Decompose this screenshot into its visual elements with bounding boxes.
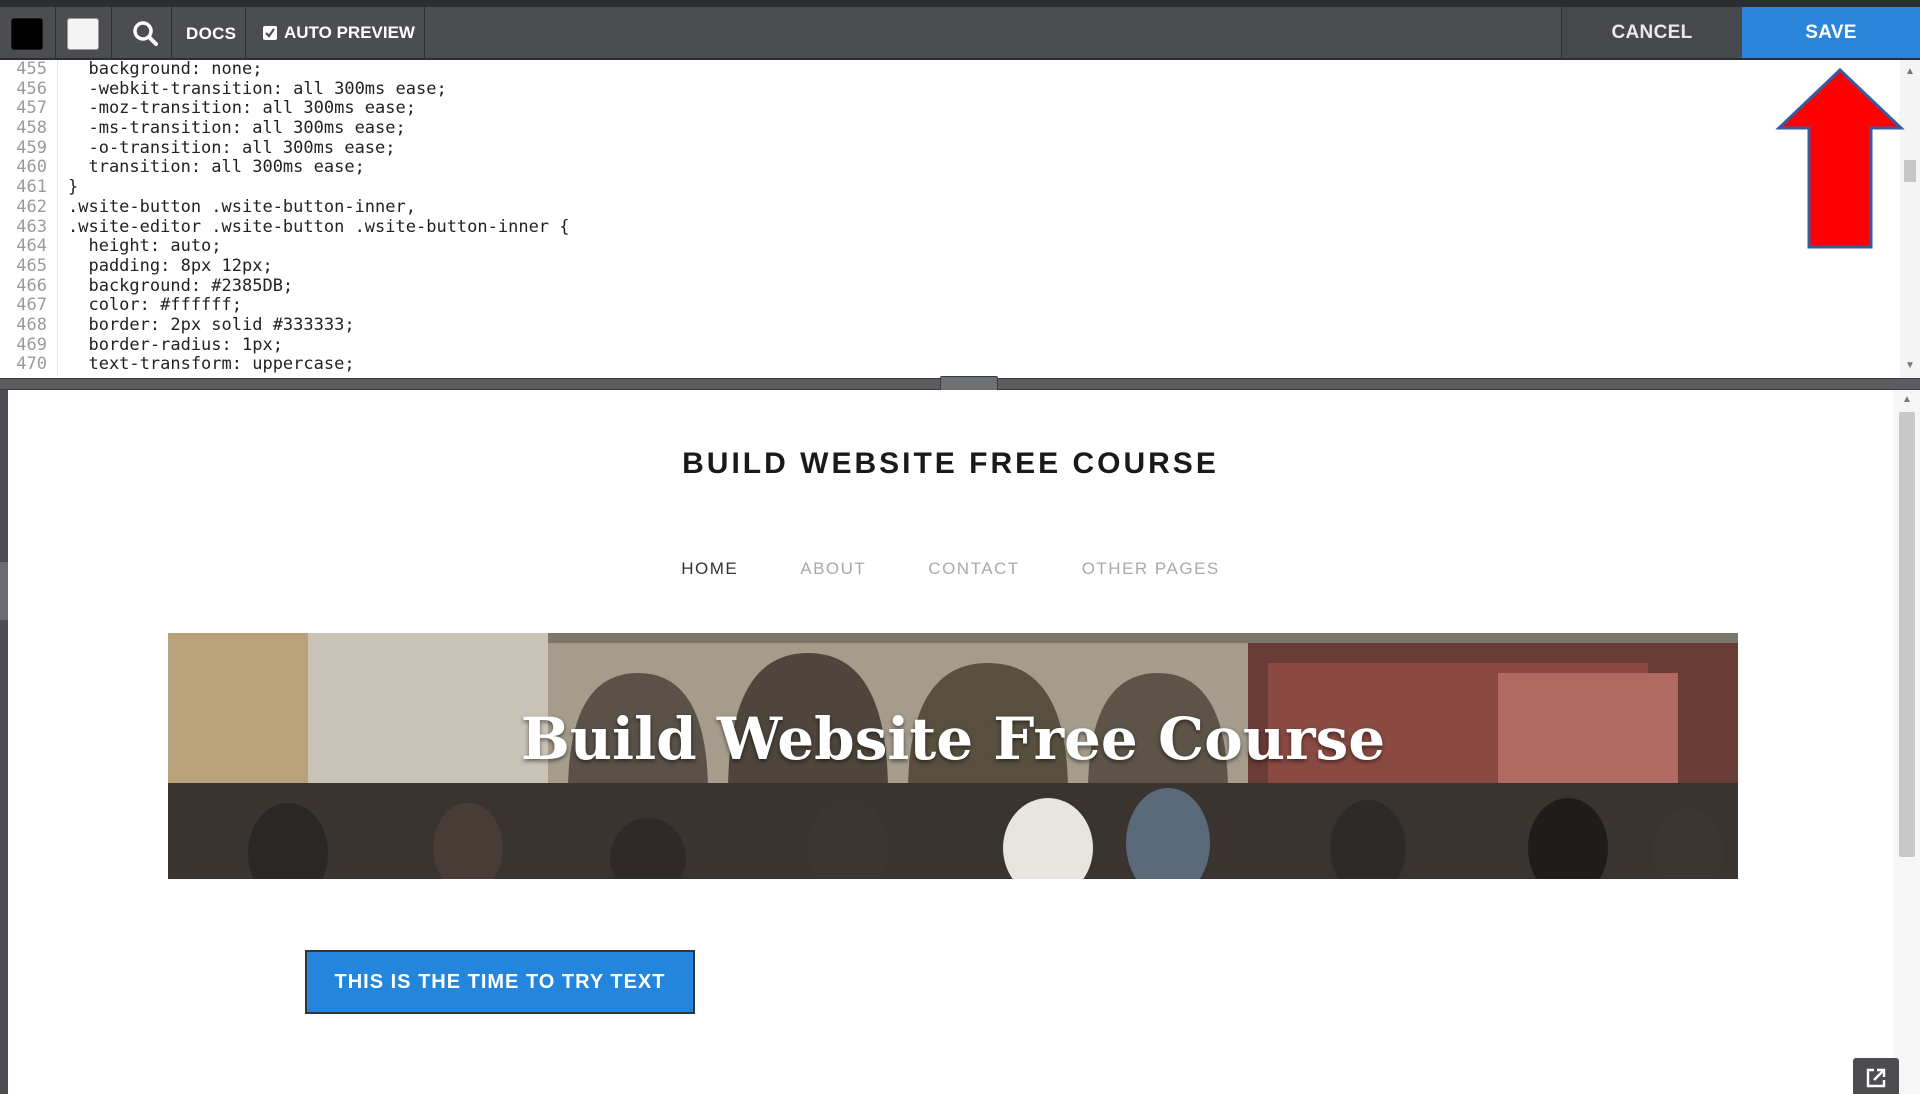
editor-scrollbar-thumb[interactable] [1904,160,1916,182]
nav-item-contact[interactable]: CONTACT [928,559,1019,579]
code-line[interactable]: 465 padding: 8px 12px; [0,256,1900,277]
scroll-up-icon[interactable]: ▲ [1902,394,1912,405]
live-preview: BUILD WEBSITE FREE COURSE HOME ABOUT CON… [0,390,1920,1094]
save-button[interactable]: SAVE [1742,7,1920,58]
code-text[interactable]: -o-transition: all 300ms ease; [58,138,395,159]
line-number: 463 [0,217,58,238]
checkbox-checked-icon[interactable] [263,26,277,40]
code-line[interactable]: 460 transition: all 300ms ease; [0,158,1900,179]
code-text[interactable]: .wsite-button .wsite-button-inner, [58,197,416,218]
editor-preview-splitter[interactable] [0,376,1920,392]
code-lines[interactable]: 455 background: none; 456 -webkit-transit… [0,60,1900,375]
code-line[interactable]: 461} [0,177,1900,198]
code-text[interactable]: color: #ffffff; [58,296,242,316]
code-text[interactable]: transition: all 300ms ease; [58,158,364,178]
code-text[interactable]: -moz-transition: all 300ms ease; [58,99,416,119]
code-text[interactable]: text-transform: uppercase; [58,355,354,375]
side-panel-tab[interactable] [0,562,8,620]
css-code-editor[interactable]: 455 background: none; 456 -webkit-transit… [0,60,1920,378]
search-icon[interactable] [128,17,164,51]
code-text[interactable]: background: none; [58,60,262,80]
light-theme-swatch[interactable] [67,18,99,50]
toolbar-divider [245,7,246,58]
code-line[interactable]: 459 -o-transition: all 300ms ease; [0,138,1900,159]
open-external-button[interactable] [1853,1058,1899,1094]
toolbar-divider [55,7,56,58]
code-text[interactable]: -ms-transition: all 300ms ease; [58,118,405,139]
code-line[interactable]: 456 -webkit-transition: all 300ms ease; [0,79,1900,100]
nav-item-home[interactable]: HOME [681,559,738,579]
hero-title[interactable]: Build Website Free Course [168,705,1738,773]
line-number: 461 [0,177,58,198]
code-line[interactable]: 467 color: #ffffff; [0,296,1900,316]
dark-theme-swatch[interactable] [11,18,43,50]
line-number: 466 [0,276,58,297]
cta-button[interactable]: THIS IS THE TIME TO TRY TEXT [305,950,695,1014]
scroll-up-icon[interactable]: ▲ [1905,66,1915,77]
preview-scrollbar[interactable]: ▲ [1893,390,1920,1094]
line-number: 468 [0,315,58,336]
line-number: 460 [0,158,58,179]
toolbar-divider [171,7,172,58]
code-line[interactable]: 469 border-radius: 1px; [0,335,1900,356]
auto-preview-label: AUTO PREVIEW [284,23,415,42]
line-number: 470 [0,355,58,375]
line-number: 469 [0,335,58,356]
line-number: 462 [0,197,58,218]
line-number: 459 [0,138,58,159]
code-line[interactable]: 466 background: #2385DB; [0,276,1900,297]
auto-preview-toggle[interactable]: AUTO PREVIEW [263,23,415,43]
preview-scrollbar-thumb[interactable] [1899,412,1915,857]
code-line[interactable]: 468 border: 2px solid #333333; [0,315,1900,336]
docs-button[interactable]: DOCS [186,24,236,44]
line-number: 457 [0,99,58,120]
toolbar-divider [111,7,112,58]
line-number: 456 [0,79,58,100]
code-line[interactable]: 462 .wsite-button .wsite-button-inner, [0,197,1900,218]
code-text[interactable]: border: 2px solid #333333; [58,315,354,336]
hero-banner-image: Build Website Free Course [168,633,1738,879]
code-text[interactable]: .wsite-editor .wsite-button .wsite-butto… [58,217,570,238]
code-text[interactable]: height: auto; [58,236,221,257]
toolbar-divider [424,7,425,58]
code-text[interactable]: -webkit-transition: all 300ms ease; [58,79,446,100]
code-line[interactable]: 463 .wsite-editor .wsite-button .wsite-bu… [0,217,1900,238]
code-line[interactable]: 458 -ms-transition: all 300ms ease; [0,118,1900,139]
code-line[interactable]: 457 -moz-transition: all 300ms ease; [0,99,1900,120]
nav-item-other-pages[interactable]: OTHER PAGES [1082,559,1220,579]
code-text[interactable]: border-radius: 1px; [58,335,282,356]
site-title[interactable]: BUILD WEBSITE FREE COURSE [8,447,1893,481]
line-number: 455 [0,60,58,80]
nav-item-about[interactable]: ABOUT [800,559,866,579]
line-number: 458 [0,118,58,139]
code-text[interactable]: background: #2385DB; [58,276,293,297]
annotation-arrow-icon [1775,67,1905,249]
code-text[interactable]: padding: 8px 12px; [58,256,272,277]
code-line[interactable]: 455 background: none; [0,60,1900,80]
code-line[interactable]: 470 text-transform: uppercase; [0,355,1900,375]
external-link-icon [1866,1068,1886,1088]
line-number: 467 [0,296,58,316]
line-number: 465 [0,256,58,277]
scroll-down-icon[interactable]: ▼ [1905,360,1915,371]
code-text[interactable]: } [58,177,78,198]
code-line[interactable]: 464 height: auto; [0,236,1900,257]
cancel-button[interactable]: CANCEL [1561,7,1742,58]
line-number: 464 [0,236,58,257]
site-nav: HOME ABOUT CONTACT OTHER PAGES [8,559,1893,579]
editor-toolbar: DOCS AUTO PREVIEW CANCEL SAVE [0,0,1920,60]
